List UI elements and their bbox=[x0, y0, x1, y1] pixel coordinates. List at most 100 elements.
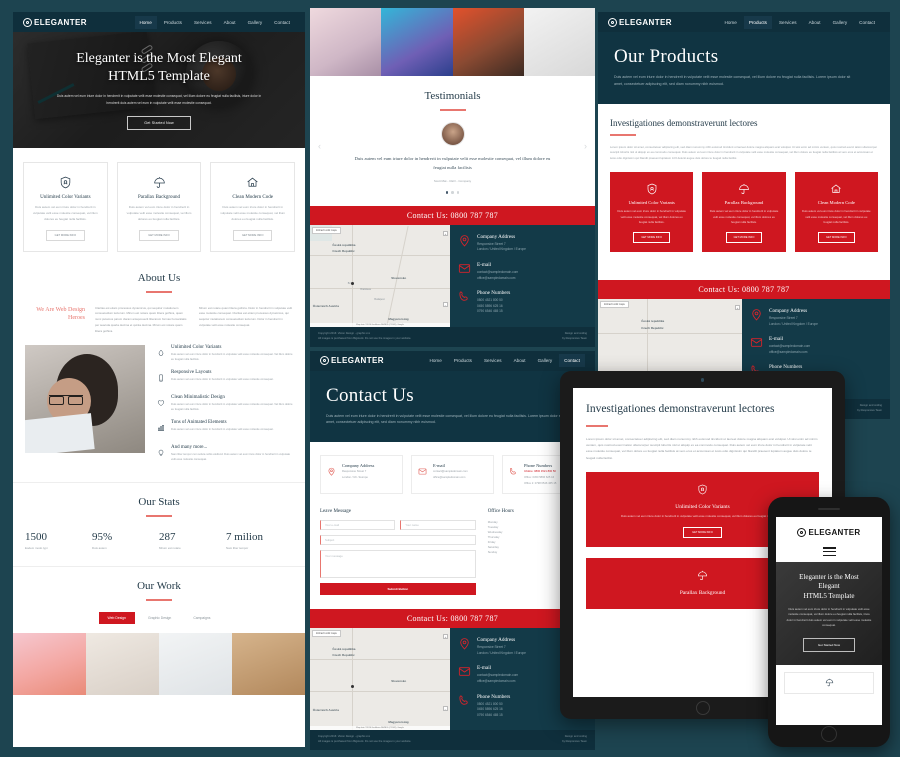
contact-block: Company Address Responsive Street 7 Lond… bbox=[750, 308, 882, 327]
feature-item: Clean Minimalistic Design Duis autem vel… bbox=[157, 395, 293, 413]
product-card[interactable]: Parallax Background Duis autem vel eum i… bbox=[702, 172, 786, 253]
get-started-button[interactable]: Get Started Now bbox=[127, 115, 191, 130]
map-attribution: Map data ©2016 GeoBasis-DE/BKG (©2009), … bbox=[310, 726, 450, 731]
nav-item-products[interactable]: Products bbox=[159, 16, 187, 29]
nav-item-contact[interactable]: Contact bbox=[559, 354, 585, 368]
nav-item-gallery[interactable]: Gallery bbox=[243, 16, 268, 29]
feature-card[interactable]: Clean Modern Code Duis autem vel eum iri… bbox=[210, 162, 296, 252]
get-more-info-button[interactable]: GET MORE INFO bbox=[139, 229, 179, 241]
contact-page-header: Contact Us Duis autem vel eum iriure dol… bbox=[310, 370, 595, 443]
map-badge[interactable]: Zobrazit větší mapu bbox=[600, 301, 629, 308]
work-thumb[interactable] bbox=[86, 633, 159, 696]
envelope-icon bbox=[750, 336, 763, 349]
map-label: Magyarország bbox=[388, 720, 409, 725]
navbar-products: ELEGANTER Home Products Services About G… bbox=[598, 12, 890, 32]
carousel-dot[interactable] bbox=[451, 191, 454, 194]
nav-item-gallery[interactable]: Gallery bbox=[828, 16, 853, 29]
nav-item-products[interactable]: Products bbox=[743, 15, 772, 29]
get-more-info-button[interactable]: GET MORE INFO bbox=[817, 232, 855, 244]
shield-icon bbox=[31, 174, 100, 190]
nav-item-gallery[interactable]: Gallery bbox=[533, 354, 558, 367]
footer-credit-1: Design and coding bbox=[859, 404, 882, 407]
map-badge[interactable]: Zobrazit větší mapu bbox=[312, 226, 341, 234]
mobile-feature-card[interactable] bbox=[784, 672, 874, 694]
get-more-info-button[interactable]: GET MORE INFO bbox=[725, 232, 763, 244]
map-zoom-in-button[interactable]: + bbox=[443, 634, 448, 640]
map-label: Česká republika bbox=[332, 646, 356, 651]
contact-line[interactable]: office@sampledomain.com bbox=[477, 276, 518, 282]
nav-item-about[interactable]: About bbox=[219, 16, 241, 29]
map-zoom-out-button[interactable]: − bbox=[443, 705, 448, 711]
carousel-dot[interactable] bbox=[445, 191, 449, 194]
contact-line[interactable]: contact@sampledomain.com bbox=[477, 270, 518, 276]
nav-item-products[interactable]: Products bbox=[449, 354, 477, 367]
map-canvas[interactable]: Zobrazit větší mapu Česká republika Czec… bbox=[310, 224, 450, 327]
gallery-image[interactable] bbox=[523, 8, 595, 76]
carousel-dot[interactable] bbox=[456, 191, 460, 194]
tab-web-design[interactable]: Web Design bbox=[98, 612, 135, 625]
phone-home-button[interactable] bbox=[821, 726, 837, 742]
map-badge[interactable]: Zobrazit větší mapu bbox=[312, 630, 341, 638]
subject-field[interactable]: Subject bbox=[320, 535, 476, 546]
contact-block: Company Address Responsive Street 7 Lond… bbox=[458, 234, 587, 253]
contact-card-line[interactable]: contact@sampledomain.com bbox=[433, 469, 468, 474]
footer-credit-2: by Responsive Team bbox=[562, 336, 587, 340]
product-card-text: Duis autem vel eum iriure dolor in hendr… bbox=[709, 209, 779, 225]
phone-mockup: ELEGANTER Eleganter is the Most Elegant … bbox=[768, 497, 890, 747]
gallery-image[interactable] bbox=[452, 8, 524, 76]
tab-graphic-design[interactable]: Graphic Design bbox=[139, 612, 180, 624]
gallery-image[interactable] bbox=[310, 8, 382, 76]
map-zoom-in-button[interactable]: + bbox=[443, 230, 448, 236]
nav-item-contact[interactable]: Contact bbox=[269, 16, 295, 29]
email-field[interactable]: Your e-mail bbox=[320, 520, 396, 531]
nav-item-home[interactable]: Home bbox=[134, 15, 157, 29]
map-zoom-out-button[interactable]: − bbox=[443, 302, 448, 308]
nav-item-services[interactable]: Services bbox=[189, 16, 217, 29]
brand-logo[interactable]: ELEGANTER bbox=[797, 528, 860, 537]
nav-item-contact[interactable]: Contact bbox=[854, 16, 880, 29]
nav-item-home[interactable]: Home bbox=[425, 354, 447, 367]
phone-icon bbox=[458, 290, 471, 303]
desktop-home-mockup: ELEGANTER Home Products Services About G… bbox=[13, 12, 305, 747]
hamburger-menu-icon[interactable] bbox=[822, 547, 836, 557]
nav-item-home[interactable]: Home bbox=[720, 16, 742, 29]
chevron-left-icon[interactable]: ‹ bbox=[318, 141, 321, 151]
work-thumb[interactable] bbox=[159, 633, 232, 696]
name-field[interactable]: Your name bbox=[400, 520, 476, 531]
map-zoom-in-button[interactable]: + bbox=[735, 305, 740, 310]
message-field[interactable]: Your message bbox=[320, 550, 476, 579]
nav-item-about[interactable]: About bbox=[804, 16, 826, 29]
bar-chart-icon bbox=[157, 420, 166, 438]
product-card[interactable]: Clean Modern Code Duis autem vel eum iri… bbox=[794, 172, 878, 253]
get-more-info-button[interactable]: GET MORE INFO bbox=[683, 526, 722, 538]
contact-card-line[interactable]: office@sampledomain.com bbox=[433, 475, 468, 480]
brand-logo[interactable]: ELEGANTER bbox=[608, 17, 672, 27]
get-more-info-button[interactable]: GET MORE INFO bbox=[633, 232, 671, 244]
product-card[interactable]: Unlimited Color Variants Duis autem vel … bbox=[610, 172, 694, 253]
get-started-button[interactable]: Get Started Now bbox=[802, 638, 856, 652]
contact-card-line: Office 2: 0798 6546 465 15 bbox=[524, 482, 557, 486]
get-more-info-button[interactable]: GET MORE INFO bbox=[232, 229, 273, 241]
contact-line[interactable]: contact@sampledomain.com bbox=[769, 344, 810, 350]
feature-card[interactable]: Unlimited Color Variants Duis autem vel … bbox=[23, 162, 108, 252]
get-more-info-button[interactable]: GET MORE INFO bbox=[45, 229, 86, 241]
chevron-right-icon[interactable]: › bbox=[584, 141, 587, 151]
contact-line[interactable]: office@sampledomain.com bbox=[477, 679, 518, 685]
nav-item-about[interactable]: About bbox=[509, 354, 531, 367]
nav-item-services[interactable]: Services bbox=[774, 16, 802, 29]
gallery-image[interactable] bbox=[381, 8, 453, 76]
submit-button[interactable]: Submit Button bbox=[320, 583, 476, 596]
brand-logo[interactable]: ELEGANTER bbox=[23, 17, 87, 27]
contact-card-line: Responsive Street 7 bbox=[342, 470, 367, 474]
brand-name: ELEGANTER bbox=[331, 356, 384, 366]
tab-campaigns[interactable]: Campaigns bbox=[184, 612, 219, 624]
map-canvas[interactable]: Zobrazit větší mapu Česká republika Czec… bbox=[310, 628, 450, 731]
nav-item-services[interactable]: Services bbox=[479, 354, 507, 367]
tablet-home-button[interactable] bbox=[695, 701, 710, 715]
work-thumb[interactable] bbox=[232, 633, 305, 696]
about-features: Unlimited Color Variants Duis autem vel … bbox=[13, 345, 305, 482]
feature-card[interactable]: Parallax Background Duis autem vel eum i… bbox=[116, 162, 202, 252]
work-thumb[interactable] bbox=[13, 633, 86, 696]
brand-logo[interactable]: ELEGANTER bbox=[320, 356, 384, 366]
contact-line[interactable]: office@sampledomain.com bbox=[769, 350, 810, 356]
